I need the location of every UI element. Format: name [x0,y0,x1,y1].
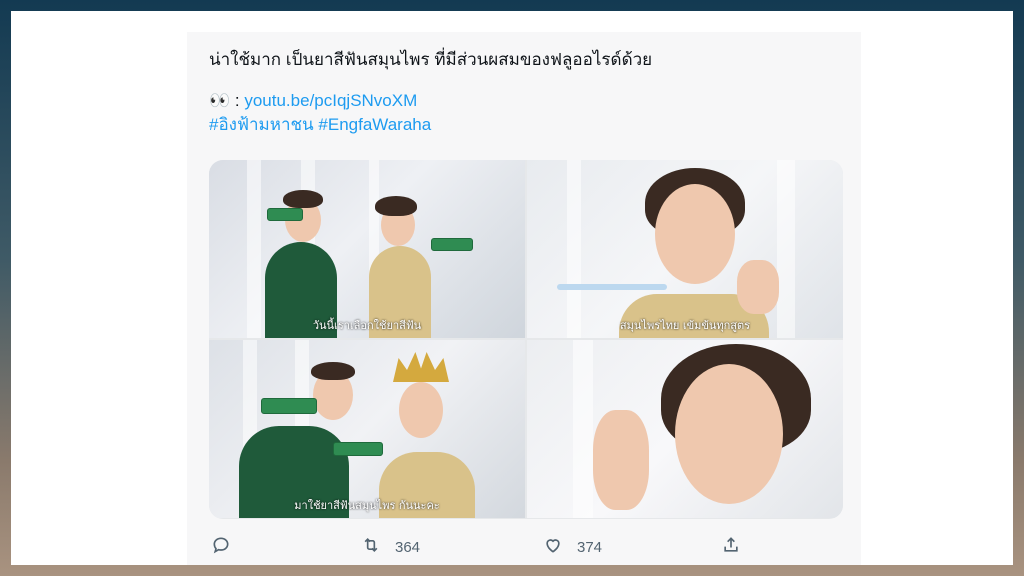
screenshot-frame: น่าใช้มาก เป็นยาสีฟันสมุนไพร ที่มีส่วนผส… [11,11,1013,565]
reply-button[interactable] [211,534,231,560]
link-prefix: : [230,91,245,110]
retweet-button[interactable]: 364 [361,534,420,560]
youtube-link[interactable]: youtu.be/pcIqjSNvoXM [244,91,417,110]
tweet-text: น่าใช้มาก เป็นยาสีฟันสมุนไพร ที่มีส่วนผส… [209,48,849,137]
like-button[interactable]: 374 [543,534,602,560]
heart-icon [543,535,563,559]
retweet-count: 364 [395,538,421,556]
retweet-icon [361,535,381,559]
reply-icon [211,535,231,559]
hashtag-engfa-thai[interactable]: #อิงฟ้ามหาชน [209,115,314,134]
like-count: 374 [577,538,603,556]
media-photo-3[interactable]: มาใช้ยาสีฟันสมุนไพร กันนะคะ [209,340,525,518]
share-icon [721,535,741,559]
media-photo-2[interactable]: สมุนไพรไทย เข้มข้นทุกสูตร [527,160,843,338]
tweet-actions: 364 374 [209,534,849,560]
tweet-card: น่าใช้มาก เป็นยาสีฟันสมุนไพร ที่มีส่วนผส… [187,32,861,565]
media-caption: สมุนไพรไทย เข้มข้นทุกสูตร [619,319,751,332]
hashtag-engfawaraha[interactable]: #EngfaWaraha [318,115,431,134]
media-photo-1[interactable]: วันนี้เราเลือกใช้ยาสีฟัน [209,160,525,338]
media-caption: มาใช้ยาสีฟันสมุนไพร กันนะคะ [294,499,440,512]
media-photo-4[interactable] [527,340,843,518]
eyes-emoji: 👀 [209,91,231,110]
hashtags-line: #อิงฟ้ามหาชน #EngfaWaraha [209,113,849,137]
tweet-text-line: น่าใช้มาก เป็นยาสีฟันสมุนไพร ที่มีส่วนผส… [209,50,653,69]
tweet-link-line: 👀 : youtu.be/pcIqjSNvoXM [209,89,849,113]
media-caption: วันนี้เราเลือกใช้ยาสีฟัน [312,319,422,332]
media-grid: วันนี้เราเลือกใช้ยาสีฟัน สมุนไพรไทย เข้ม… [209,160,843,519]
share-button[interactable] [721,534,741,560]
